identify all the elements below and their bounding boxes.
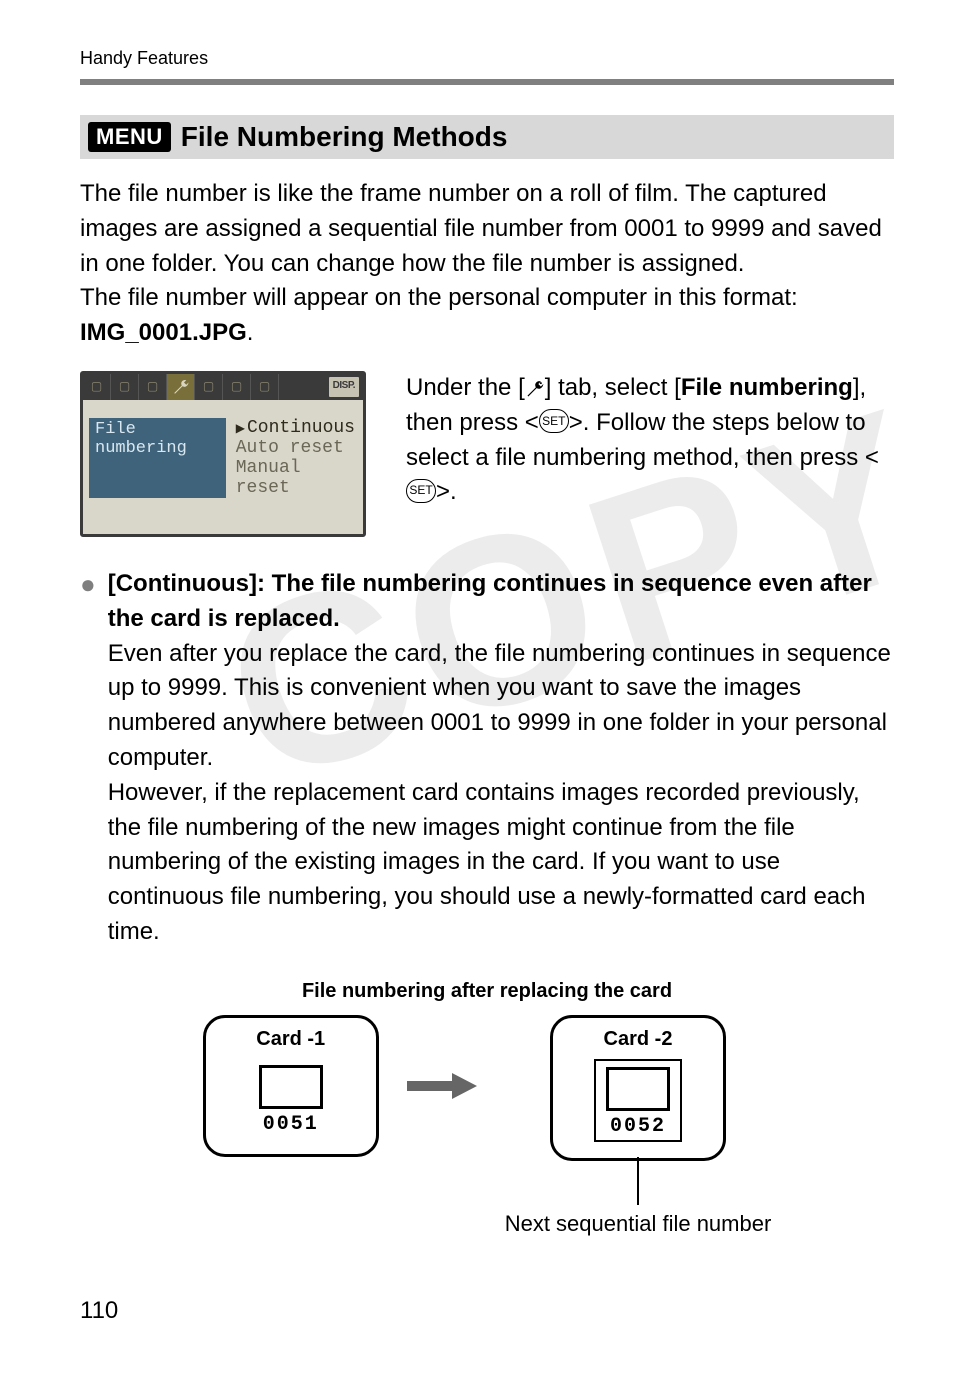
diagram-caption: Next sequential file number xyxy=(505,1211,772,1237)
card-1: Card -1 0051 xyxy=(203,1015,379,1157)
set-button-icon: SET xyxy=(539,409,569,433)
lcd-option-continuous: Continuous xyxy=(234,418,357,438)
intro-period: . xyxy=(247,319,254,346)
instr-t2: ] tab, select [ xyxy=(545,374,681,401)
lcd-option-manual-reset: Manual reset xyxy=(234,458,357,498)
set-button-icon: SET xyxy=(406,479,436,503)
lcd-tab-icon: ▢ xyxy=(111,374,139,400)
header-rule xyxy=(80,79,894,85)
running-head: Handy Features xyxy=(80,48,894,69)
lcd-disp-badge: DISP. xyxy=(329,377,359,397)
card-1-number: 0051 xyxy=(263,1113,319,1136)
wrench-icon xyxy=(525,379,545,399)
lcd-option-auto-reset: Auto reset xyxy=(234,438,357,458)
lcd-tab-icon: ▢ xyxy=(139,374,167,400)
lcd-menu-item: File numbering xyxy=(89,418,226,498)
lcd-tab-icon: ▢ xyxy=(223,374,251,400)
card-1-label: Card -1 xyxy=(256,1028,325,1051)
lcd-body: File numbering Continuous Auto reset Man… xyxy=(83,400,363,534)
screenshot-and-text-row: ▢ ▢ ▢ ▢ ▢ ▢ DISP. File nu xyxy=(80,371,894,537)
lcd-tab-bar: ▢ ▢ ▢ ▢ ▢ ▢ DISP. xyxy=(83,374,363,400)
bullet-block: ● [Continuous]: The file numbering conti… xyxy=(80,567,894,950)
card-2-number: 0052 xyxy=(610,1115,666,1138)
lcd-tab-active-wrench-icon xyxy=(167,374,195,400)
bullet-p1: Even after you replace the card, the fil… xyxy=(108,637,894,776)
intro-line1: The file number is like the frame number… xyxy=(80,180,882,277)
section-heading: File Numbering Methods xyxy=(181,121,508,153)
lcd-tab-icon: ▢ xyxy=(195,374,223,400)
frame-icon xyxy=(606,1067,670,1111)
instr-t6: >. xyxy=(436,478,457,505)
frame-icon xyxy=(259,1065,323,1109)
page-number: 110 xyxy=(80,1297,894,1325)
intro-line2: The file number will appear on the perso… xyxy=(80,284,798,311)
card-2-label: Card -2 xyxy=(604,1028,673,1051)
bullet-dot-icon: ● xyxy=(80,569,96,950)
leader-line xyxy=(637,1157,639,1205)
intro-paragraph: The file number is like the frame number… xyxy=(80,177,894,351)
lcd-tab-icon: ▢ xyxy=(83,374,111,400)
bullet-p2: However, if the replacement card contain… xyxy=(108,776,894,950)
arrow-icon xyxy=(407,1071,477,1101)
lcd-options: Continuous Auto reset Manual reset xyxy=(234,418,357,498)
menu-badge: MENU xyxy=(88,122,171,152)
diagram: Card -1 0051 Card -2 0052 xyxy=(80,1015,894,1237)
camera-lcd-mock: ▢ ▢ ▢ ▢ ▢ ▢ DISP. File nu xyxy=(80,371,366,537)
instr-file-numbering: File numbering xyxy=(681,374,853,401)
instruction-text: Under the [ ] tab, select [File numbering… xyxy=(406,371,894,510)
wrench-icon xyxy=(172,378,190,396)
section-heading-row: MENU File Numbering Methods xyxy=(80,115,894,159)
lcd-tab-icon: ▢ xyxy=(251,374,279,400)
card-2: Card -2 0052 xyxy=(550,1015,726,1161)
intro-filename: IMG_0001.JPG xyxy=(80,319,247,346)
instr-t1: Under the [ xyxy=(406,374,525,401)
bullet-title: [Continuous]: The file numbering continu… xyxy=(108,567,894,637)
diagram-title: File numbering after replacing the card xyxy=(80,980,894,1003)
